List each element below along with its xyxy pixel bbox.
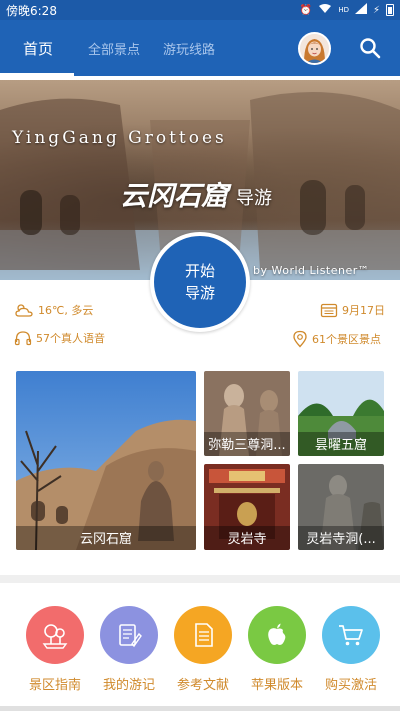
spots-info: 61个景区景点 xyxy=(292,330,381,348)
date-text: 9月17日 xyxy=(342,304,385,317)
photo-card-tanyao[interactable]: 昙曜五窟 xyxy=(298,371,384,456)
shortcut-purchase-activate[interactable]: 购买激活 xyxy=(319,606,383,693)
calendar-icon xyxy=(320,303,338,318)
search-icon xyxy=(360,38,381,59)
cart-icon xyxy=(322,606,380,664)
shortcut-label: 苹果版本 xyxy=(250,678,303,693)
photo-card-lingyan[interactable]: 灵岩寺 xyxy=(204,464,290,550)
yungang-grottoes-photo xyxy=(16,371,196,550)
shortcut-references[interactable]: 参考文献 xyxy=(171,606,235,693)
wifi-icon xyxy=(318,3,332,17)
search-button[interactable] xyxy=(358,36,382,60)
avatar[interactable] xyxy=(298,32,331,65)
photo-card-lingyan-cave[interactable]: 灵岩寺洞(... xyxy=(298,464,384,550)
signal-icon xyxy=(354,3,367,17)
document-icon xyxy=(174,606,232,664)
date-info: 9月17日 xyxy=(320,302,385,318)
notebook-pen-icon xyxy=(100,606,158,664)
photo-label: 昙曜五窟 xyxy=(298,432,384,456)
photo-card-yungang[interactable]: 云冈石窟 xyxy=(16,371,196,550)
weather-cloudy-icon xyxy=(15,304,33,317)
active-tab-indicator xyxy=(0,73,74,76)
start-guide-line2: 导游 xyxy=(184,284,215,302)
headphones-icon xyxy=(14,331,32,346)
hero-title-en: YingGang Grottoes xyxy=(12,128,227,148)
audio-info: 57个真人语音 xyxy=(14,330,105,346)
hero-title-cn: 云冈石窟 xyxy=(120,181,228,212)
bottom-edge xyxy=(0,706,400,711)
start-guide-button[interactable]: 开始 导游 xyxy=(150,232,250,332)
shortcut-label: 我的游记 xyxy=(102,678,155,693)
hero-byline: by World Listener™ xyxy=(253,264,370,277)
tab-home[interactable]: 首页 xyxy=(23,20,53,76)
tab-tour-routes[interactable]: 游玩线路 xyxy=(163,20,215,76)
tab-label: 全部景点 xyxy=(88,42,141,58)
shortcut-label: 购买激活 xyxy=(324,678,377,693)
shortcut-my-journal[interactable]: 我的游记 xyxy=(97,606,161,693)
top-app-bar: 首页 全部景点 游玩线路 xyxy=(0,20,400,76)
status-icons: ⏰ HD ⚡ xyxy=(300,3,394,17)
status-bar: 傍晚6:28 ⏰ HD ⚡ xyxy=(0,0,400,20)
photo-label: 灵岩寺 xyxy=(204,526,290,550)
tab-all-spots[interactable]: 全部景点 xyxy=(88,20,140,76)
battery-icon xyxy=(386,4,394,16)
apple-icon xyxy=(248,606,306,664)
charging-icon: ⚡ xyxy=(372,4,380,16)
weather-info: 16℃, 多云 xyxy=(14,302,93,318)
hero-title-suffix: 导游 xyxy=(236,188,272,209)
shortcut-label: 参考文献 xyxy=(176,678,229,693)
status-time: 傍晚6:28 xyxy=(6,3,57,18)
shortcut-label: 景区指南 xyxy=(28,678,81,693)
location-pin-icon xyxy=(293,330,307,348)
tab-label: 首页 xyxy=(23,39,54,58)
photo-label: 云冈石窟 xyxy=(16,526,196,550)
shortcut-apple-version[interactable]: 苹果版本 xyxy=(245,606,309,693)
alarm-icon: ⏰ xyxy=(299,4,313,16)
hd-label: HD xyxy=(338,6,349,14)
weather-text: 16℃, 多云 xyxy=(38,304,94,317)
photo-label: 弥勒三尊洞... xyxy=(204,432,290,456)
spots-count-text: 61个景区景点 xyxy=(312,333,381,346)
start-guide-line1: 开始 xyxy=(184,262,215,280)
shortcut-scenic-guide[interactable]: 景区指南 xyxy=(23,606,87,693)
photo-card-maitreya[interactable]: 弥勒三尊洞... xyxy=(204,371,290,456)
tree-map-icon xyxy=(26,606,84,664)
photo-label: 灵岩寺洞(... xyxy=(298,526,384,550)
audio-count-text: 57个真人语音 xyxy=(36,332,105,345)
section-divider xyxy=(0,575,400,583)
tab-label: 游玩线路 xyxy=(163,42,216,58)
